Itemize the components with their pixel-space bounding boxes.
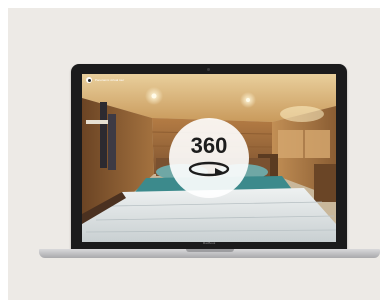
rotate-360-icon bbox=[188, 161, 230, 177]
laptop-brand-label: MacBook bbox=[202, 241, 216, 245]
laptop-screen[interactable]: Panoramic virtual tour 360 bbox=[82, 74, 336, 242]
brand-logo-icon[interactable] bbox=[86, 77, 92, 83]
product-showcase: Panoramic virtual tour 360 MacBook bbox=[8, 8, 380, 300]
laptop-lid: Panoramic virtual tour 360 bbox=[71, 64, 347, 251]
play-360-button[interactable]: 360 bbox=[169, 118, 249, 198]
laptop-notch bbox=[186, 249, 234, 252]
tour-title: Panoramic virtual tour bbox=[95, 78, 125, 82]
tour-header: Panoramic virtual tour bbox=[86, 77, 124, 83]
camera-icon bbox=[207, 68, 210, 71]
play-360-label: 360 bbox=[190, 133, 228, 158]
laptop-base bbox=[39, 249, 380, 258]
